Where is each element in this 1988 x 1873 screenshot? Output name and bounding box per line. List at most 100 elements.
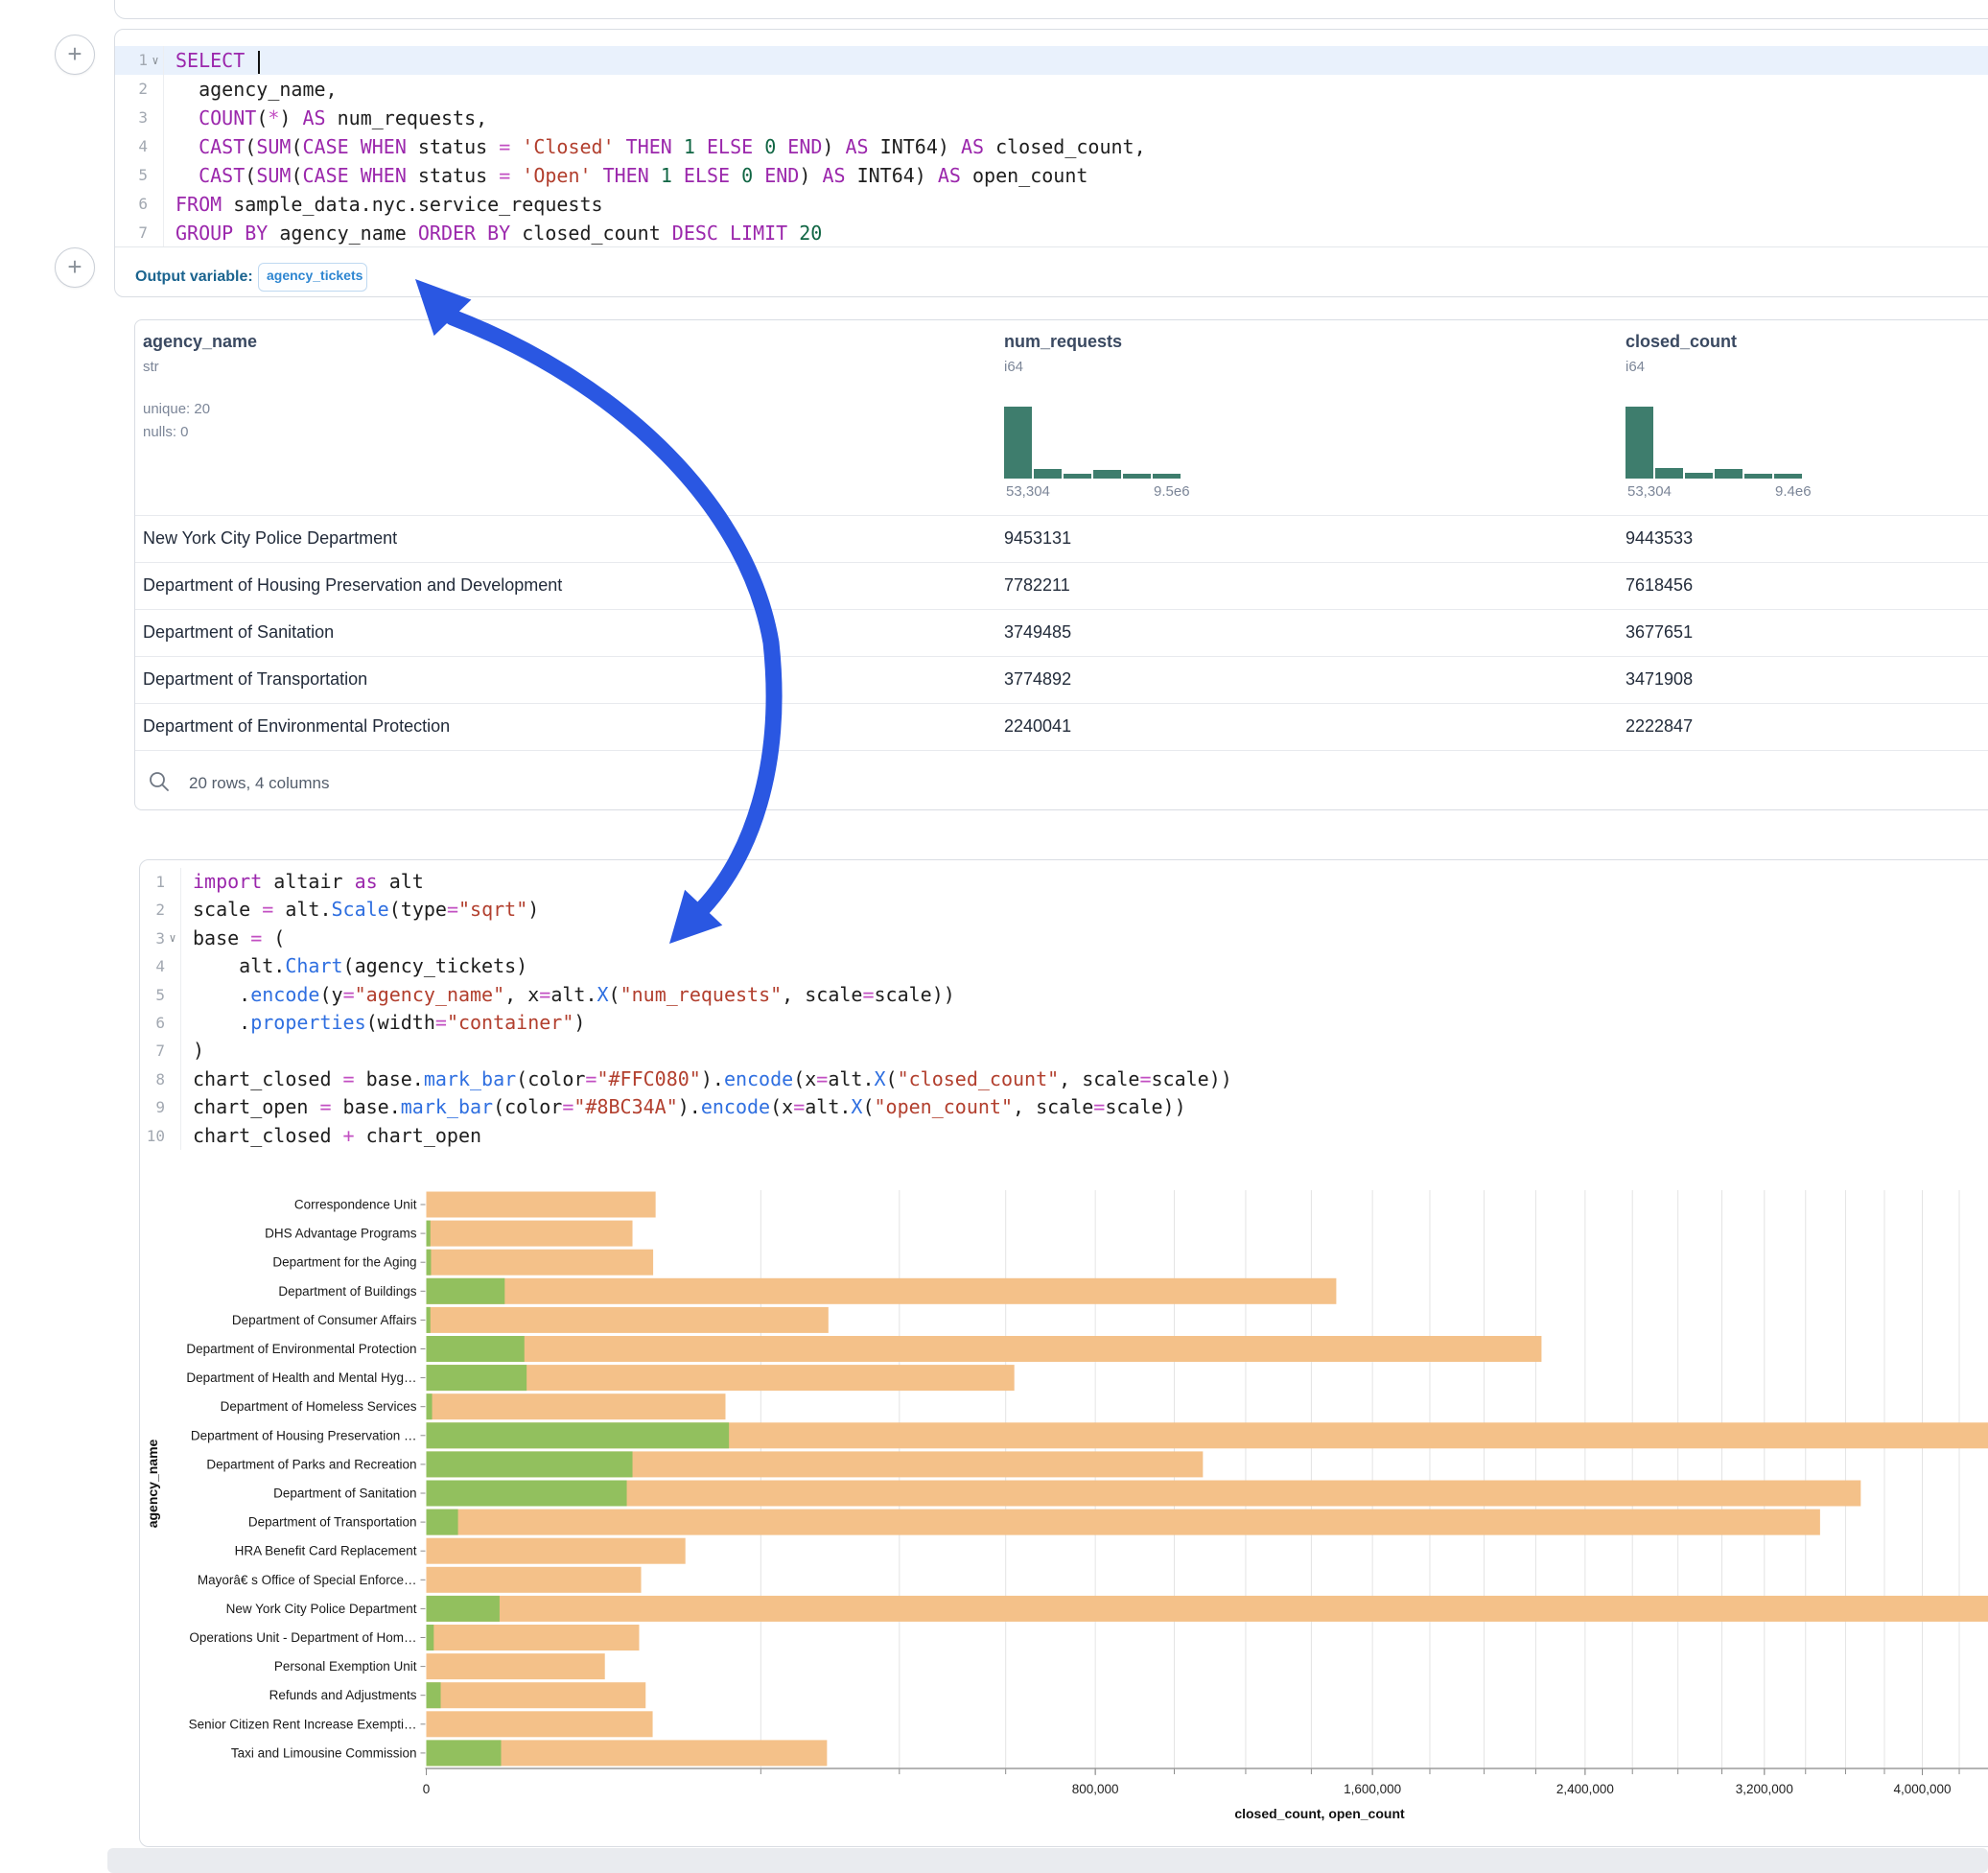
code-line[interactable]: 3 COUNT(*) AS num_requests, xyxy=(115,104,1988,132)
histogram-bar xyxy=(1004,407,1032,479)
table-cell: 9453131 xyxy=(1004,528,1071,549)
sql-code-editor[interactable]: 1∨SELECT 2 agency_name,3 COUNT(*) AS num… xyxy=(115,46,1988,247)
code-text: chart_open = base.mark_bar(color="#8BC34… xyxy=(180,1093,1186,1121)
bottom-scrollbar[interactable] xyxy=(107,1848,1988,1873)
line-number: 10 xyxy=(140,1122,165,1150)
histogram-bar xyxy=(1034,469,1062,479)
histogram-bar xyxy=(1093,470,1121,479)
y-axis-label: New York City Police Department xyxy=(226,1602,417,1616)
y-axis-label: Taxi and Limousine Commission xyxy=(231,1745,417,1760)
annotation-arrow xyxy=(364,230,844,1017)
bar-closed xyxy=(427,1221,633,1247)
code-line[interactable]: 5 CAST(SUM(CASE WHEN status = 'Open' THE… xyxy=(115,161,1988,190)
x-tick-label: 4,000,000 xyxy=(1893,1782,1951,1796)
line-number: 6 xyxy=(140,1009,165,1037)
bar-closed xyxy=(427,1393,726,1419)
y-axis-label: Personal Exemption Unit xyxy=(274,1659,417,1674)
y-axis-label: Department of Buildings xyxy=(278,1284,416,1299)
y-axis-label: Department of Parks and Recreation xyxy=(206,1457,416,1471)
code-line[interactable]: 7) xyxy=(140,1037,1988,1065)
table-summary: 20 rows, 4 columns xyxy=(189,774,329,793)
line-number: 5 xyxy=(115,161,148,190)
line-number: 2 xyxy=(140,896,165,924)
bar-closed xyxy=(427,1250,654,1276)
bar-closed xyxy=(427,1307,829,1333)
table-cell: 3749485 xyxy=(1004,622,1071,643)
column-stat-unique: unique: 20 xyxy=(143,401,210,417)
code-line[interactable]: 10 chart_closed + chart_open xyxy=(140,1122,1988,1150)
histogram-bar xyxy=(1655,468,1683,479)
column-header-closed-count[interactable]: closed_count xyxy=(1625,332,1737,352)
y-axis-label: Operations Unit - Department of Hom… xyxy=(189,1630,416,1645)
line-number: 5 xyxy=(140,981,165,1009)
output-variable-pill[interactable]: agency_tickets xyxy=(258,263,367,292)
code-text: ) xyxy=(180,1037,204,1065)
column-type-agency-name: str xyxy=(143,359,159,375)
code-line[interactable]: 8chart_closed = base.mark_bar(color="#FF… xyxy=(140,1065,1988,1093)
table-cell: 3471908 xyxy=(1625,669,1693,690)
add-cell-button-output[interactable]: + xyxy=(55,247,95,288)
output-variable-label: Output variable: xyxy=(135,269,253,286)
y-axis-title: agency_name xyxy=(145,1439,160,1528)
table-cell: 2240041 xyxy=(1004,716,1071,737)
x-tick-label: 3,200,000 xyxy=(1736,1782,1793,1796)
bar-closed xyxy=(427,1538,686,1564)
code-line[interactable]: 9 chart_open = base.mark_bar(color="#8BC3… xyxy=(140,1093,1988,1121)
line-number: 7 xyxy=(140,1037,165,1065)
column-stat-nulls: nulls: 0 xyxy=(143,424,189,440)
bar-open xyxy=(427,1336,525,1362)
y-axis-label: Department of Transportation xyxy=(248,1515,417,1530)
bar-open xyxy=(427,1307,431,1333)
code-text: CAST(SUM(CASE WHEN status = 'Open' THEN … xyxy=(163,161,1088,190)
column-header-agency-name[interactable]: agency_name xyxy=(143,332,257,352)
code-text: COUNT(*) AS num_requests, xyxy=(163,104,487,132)
altair-chart: Correspondence Unit DHS Advantage Program… xyxy=(140,1177,1988,1846)
column-header-num-requests[interactable]: num_requests xyxy=(1004,332,1122,352)
x-tick-label: 800,000 xyxy=(1072,1782,1119,1796)
line-number: 3 xyxy=(115,104,148,132)
line-number: 6 xyxy=(115,190,148,219)
fold-chevron-icon[interactable]: ∨ xyxy=(165,925,180,952)
code-text: FROM sample_data.nyc.service_requests xyxy=(163,190,603,219)
column-type-closed-count: i64 xyxy=(1625,359,1645,375)
code-line[interactable]: 2 agency_name, xyxy=(115,75,1988,104)
line-number: 9 xyxy=(140,1093,165,1121)
bar-closed xyxy=(427,1567,642,1593)
bar-open xyxy=(427,1451,633,1477)
search-icon[interactable] xyxy=(147,769,172,794)
line-number: 4 xyxy=(115,132,148,161)
add-cell-button-top[interactable]: + xyxy=(55,35,95,75)
hist-max-label-num-requests: 9.5e6 xyxy=(1154,483,1190,500)
line-number: 3 xyxy=(140,925,165,952)
y-axis-label: DHS Advantage Programs xyxy=(265,1227,417,1241)
bar-open xyxy=(427,1278,505,1304)
y-axis-label: Correspondence Unit xyxy=(294,1198,417,1212)
bar-closed xyxy=(427,1278,1337,1304)
histogram-bar xyxy=(1715,469,1742,479)
bar-open xyxy=(427,1625,434,1651)
code-text: chart_closed + chart_open xyxy=(180,1122,481,1150)
fold-chevron-icon[interactable]: ∨ xyxy=(148,46,163,75)
y-axis-label: Refunds and Adjustments xyxy=(269,1688,417,1702)
bar-open xyxy=(427,1682,441,1708)
code-text: chart_closed = base.mark_bar(color="#FFC… xyxy=(180,1065,1232,1093)
y-axis-label: Department for the Aging xyxy=(272,1255,416,1270)
y-axis-label: HRA Benefit Card Replacement xyxy=(235,1544,417,1558)
y-axis-label: Senior Citizen Rent Increase Exempti… xyxy=(189,1717,417,1731)
bar-open xyxy=(427,1510,458,1535)
code-line[interactable]: 4 CAST(SUM(CASE WHEN status = 'Closed' T… xyxy=(115,132,1988,161)
y-axis-label: Department of Housing Preservation … xyxy=(191,1428,417,1442)
code-line[interactable]: 6 FROM sample_data.nyc.service_requests xyxy=(115,190,1988,219)
bar-open xyxy=(427,1740,502,1766)
line-number: 4 xyxy=(140,952,165,980)
line-number: 2 xyxy=(115,75,148,104)
bar-closed xyxy=(427,1711,653,1737)
table-cell: 7782211 xyxy=(1004,575,1070,596)
code-line[interactable]: 1∨SELECT xyxy=(115,46,1988,75)
bar-closed xyxy=(427,1596,1988,1622)
hist-min-label-closed-count: 53,304 xyxy=(1627,483,1672,500)
histogram-closed-count xyxy=(1625,392,1817,488)
y-axis-label: Mayorâ€ s Office of Special Enforce… xyxy=(198,1573,417,1587)
bar-open xyxy=(427,1221,431,1247)
histogram-bar xyxy=(1744,474,1772,479)
